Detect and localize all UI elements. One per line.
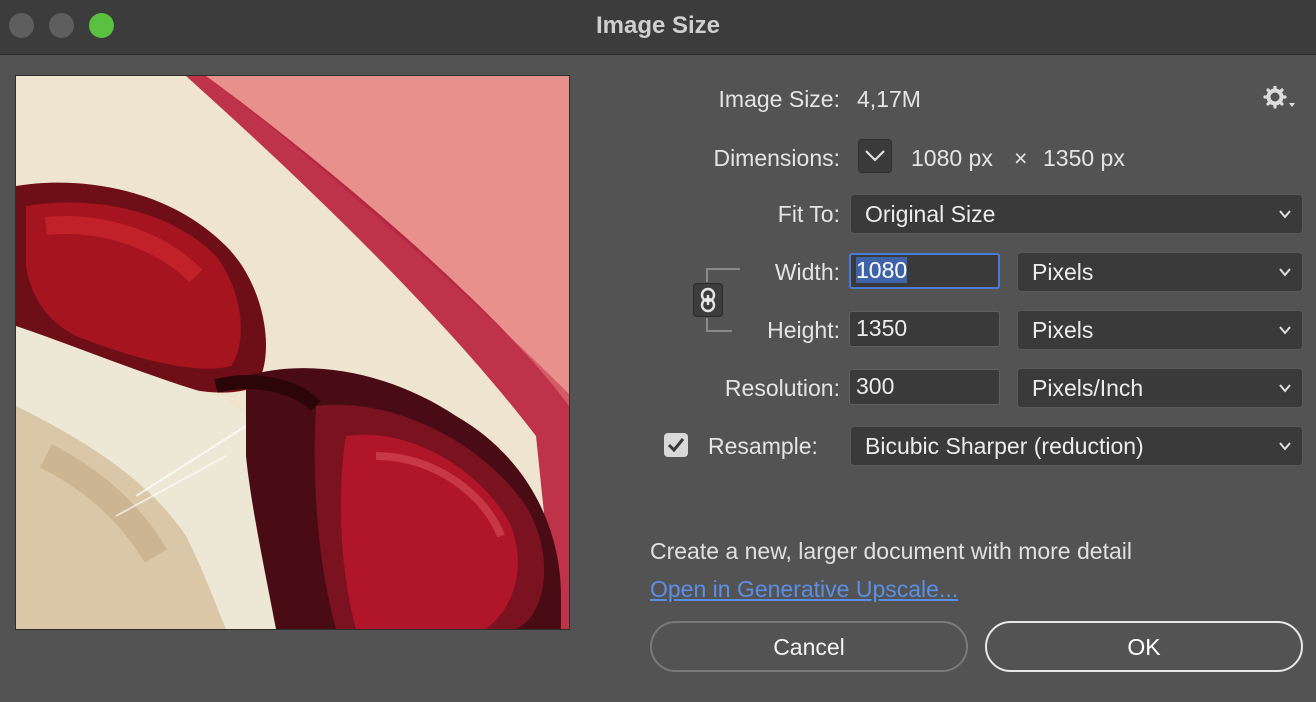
width-unit-value: Pixels <box>1032 259 1094 285</box>
resolution-value: 300 <box>856 373 895 399</box>
chain-link-icon <box>700 287 716 313</box>
fit-to-label: Fit To: <box>777 201 840 227</box>
chevron-down-icon <box>1279 442 1291 451</box>
dimensions-height: 1350 px <box>1043 145 1125 171</box>
image-size-value: 4,17M <box>857 86 921 112</box>
ok-button[interactable]: OK <box>985 621 1303 672</box>
width-label: Width: <box>774 259 840 285</box>
width-unit-select[interactable]: Pixels <box>1017 252 1303 292</box>
chevron-down-icon <box>1279 210 1291 219</box>
height-input[interactable]: 1350 <box>849 311 1000 347</box>
resample-checkbox[interactable] <box>664 433 688 457</box>
resolution-unit-value: Pixels/Inch <box>1032 375 1144 401</box>
window-title: Image Size <box>595 12 721 39</box>
chevron-down-icon <box>865 150 885 162</box>
chevron-down-icon <box>1279 384 1291 393</box>
dimensions-times: × <box>1014 145 1028 171</box>
resample-value: Bicubic Sharper (reduction) <box>865 433 1144 459</box>
upscale-info-text: Create a new, larger document with more … <box>650 538 1132 564</box>
height-unit-select[interactable]: Pixels <box>1017 310 1303 350</box>
title-bar: Image Size <box>0 0 1316 55</box>
checkmark-icon <box>667 438 685 453</box>
fit-to-value: Original Size <box>865 201 996 227</box>
resample-label: Resample: <box>708 433 818 459</box>
dimensions-toggle[interactable] <box>858 139 892 173</box>
height-label: Height: <box>767 317 840 343</box>
resolution-input[interactable]: 300 <box>849 369 1000 405</box>
constrain-proportions-button[interactable] <box>693 283 723 317</box>
gear-icon[interactable] <box>1262 86 1296 112</box>
generative-upscale-link[interactable]: Open in Generative Upscale... <box>650 576 958 603</box>
chevron-down-icon <box>1279 326 1291 335</box>
fit-to-select[interactable]: Original Size <box>850 194 1303 234</box>
pomegranate-photo <box>16 76 569 629</box>
dimensions-label: Dimensions: <box>713 145 840 171</box>
chevron-down-icon <box>1279 268 1291 277</box>
resolution-unit-select[interactable]: Pixels/Inch <box>1017 368 1303 408</box>
height-unit-value: Pixels <box>1032 317 1094 343</box>
width-input[interactable]: 1080 <box>849 253 1000 289</box>
height-value: 1350 <box>856 315 908 341</box>
resolution-label: Resolution: <box>724 375 840 401</box>
image-preview[interactable] <box>15 75 570 630</box>
dimensions-width: 1080 px <box>911 145 993 171</box>
image-size-label: Image Size: <box>718 86 840 112</box>
width-value: 1080 <box>856 257 908 283</box>
resample-select[interactable]: Bicubic Sharper (reduction) <box>850 426 1303 466</box>
cancel-button[interactable]: Cancel <box>650 621 968 672</box>
